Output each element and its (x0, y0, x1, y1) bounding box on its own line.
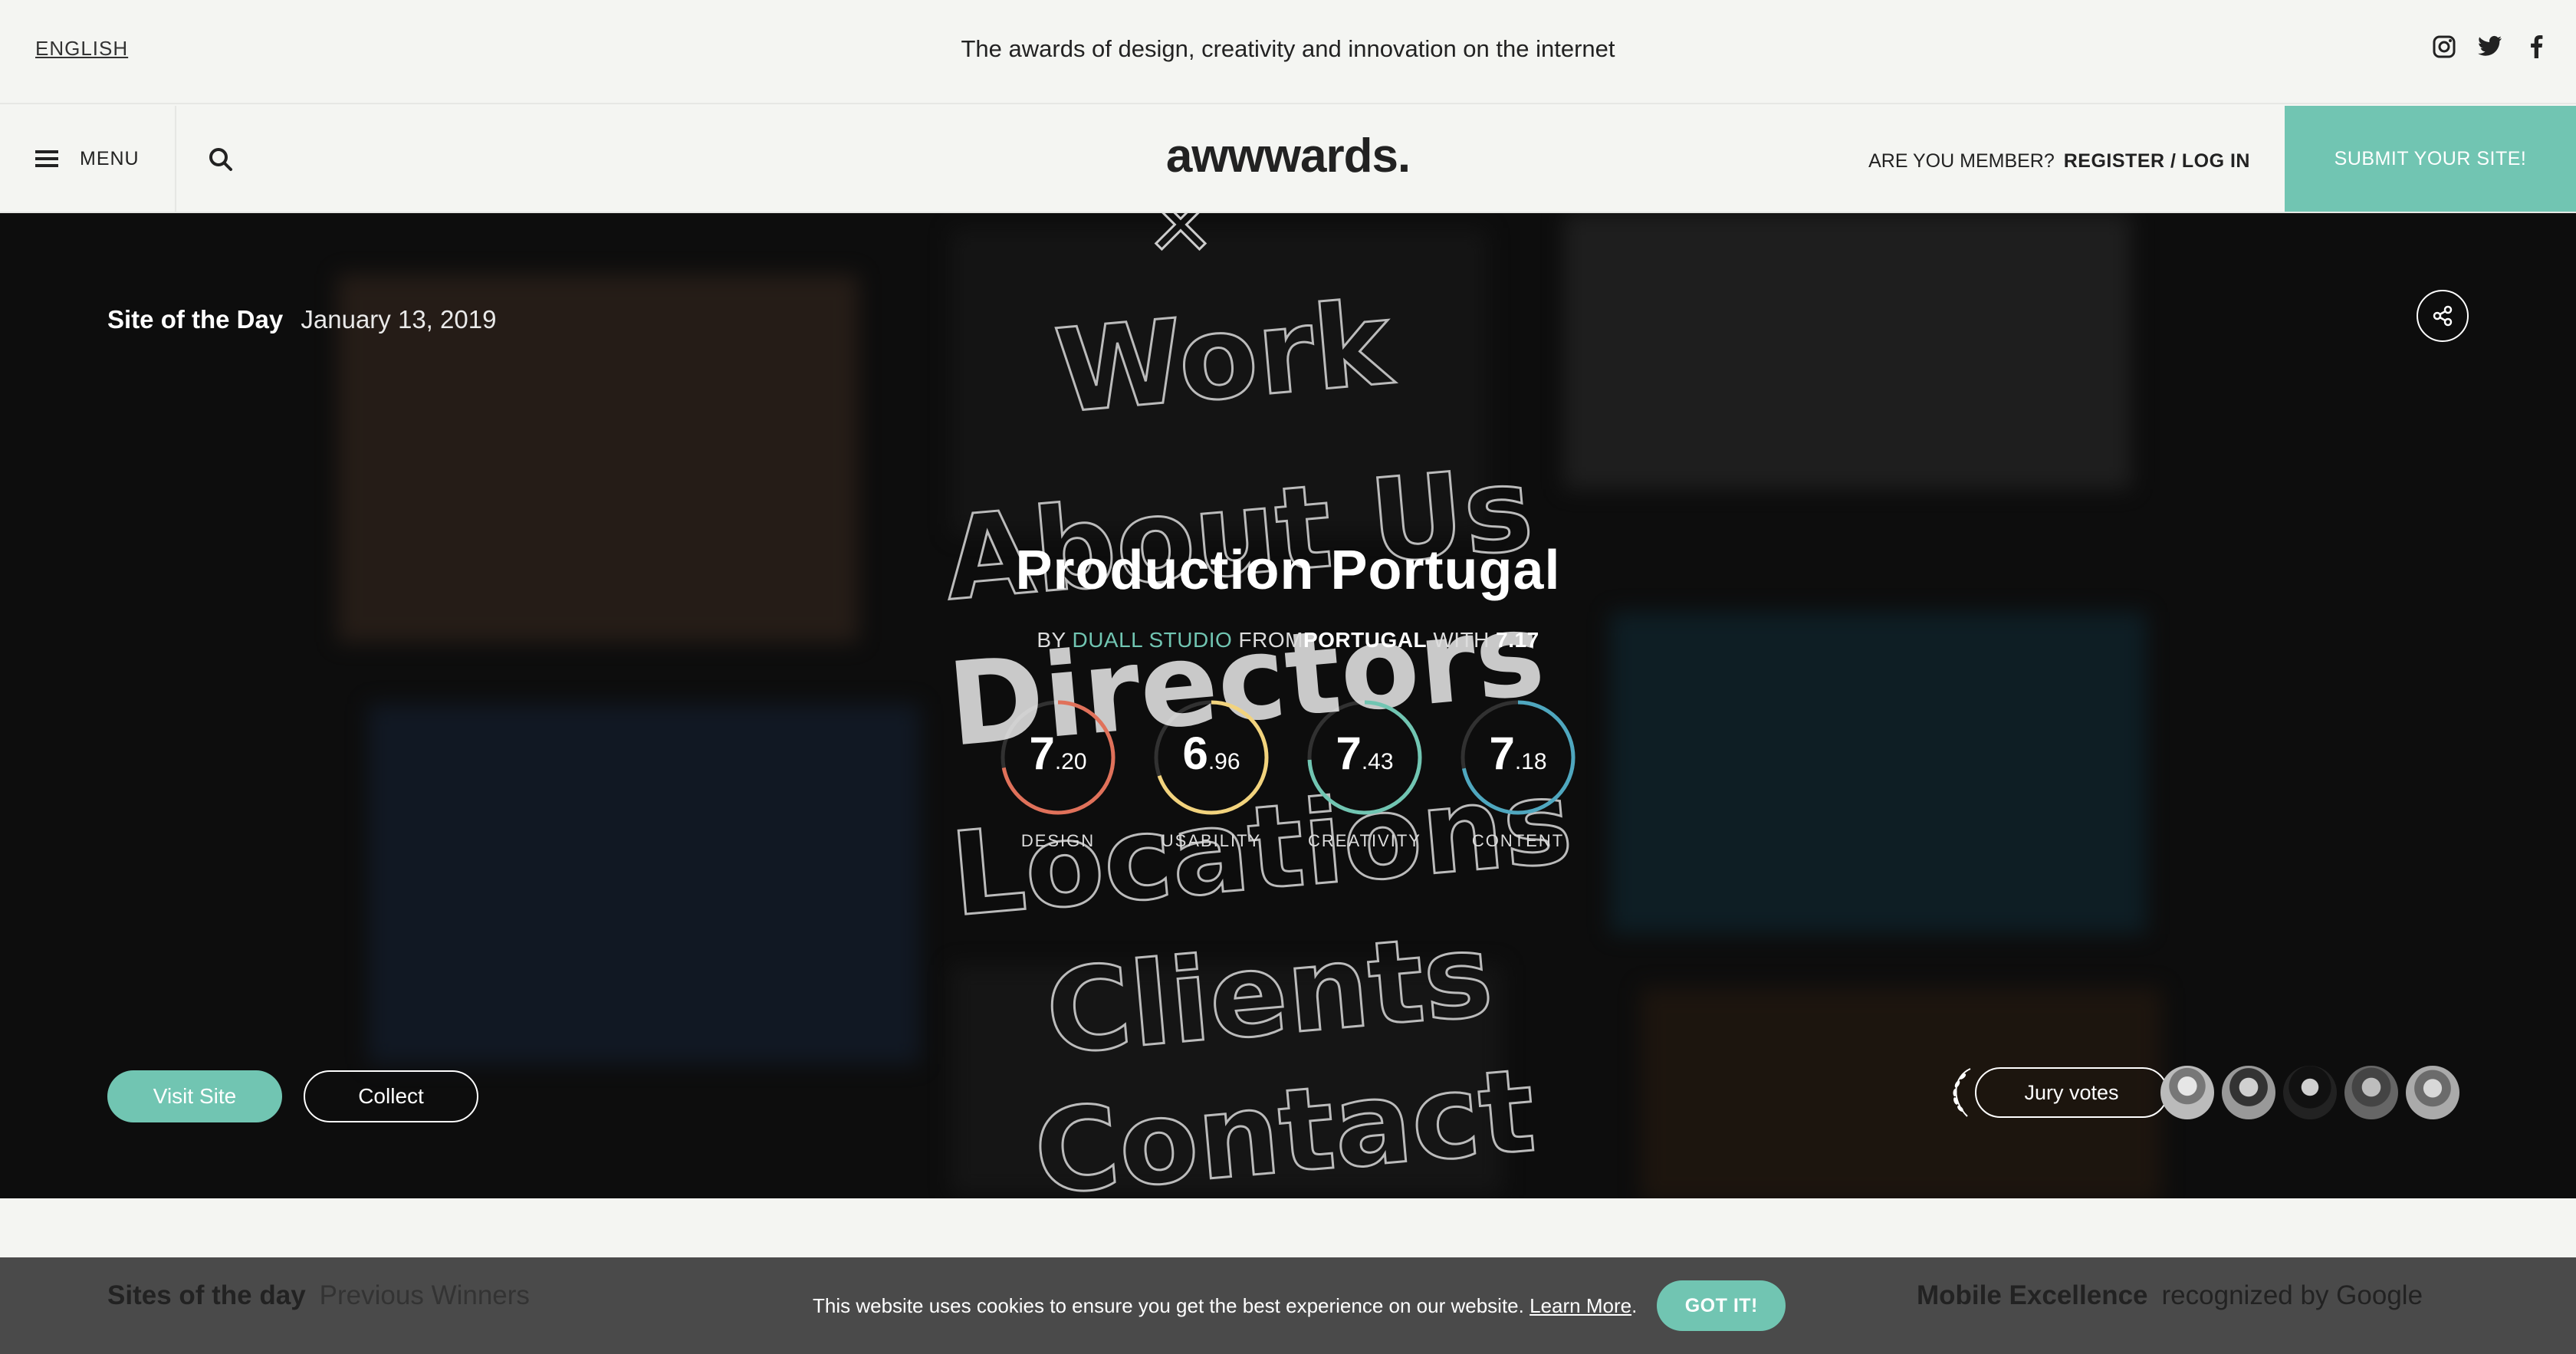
jury-avatar[interactable] (2160, 1066, 2214, 1119)
bg-menu-item: Work (1050, 277, 1398, 439)
jury-avatar[interactable] (2344, 1066, 2398, 1119)
score-int: 7 (1029, 728, 1055, 779)
score-int: 7 (1489, 728, 1515, 779)
score-dec: .96 (1208, 749, 1240, 774)
overall-score: 7.17 (1496, 628, 1539, 652)
score-label: DESIGN (1020, 831, 1096, 850)
score-label: CREATIVITY (1308, 831, 1421, 850)
register-login-link[interactable]: REGISTER / LOG IN (2064, 150, 2250, 173)
cookie-banner: This website uses cookies to ensure you … (813, 1280, 1786, 1331)
by-label: BY (1037, 628, 1066, 652)
mobile-excellence-heading[interactable]: Mobile Excellence recognized by Google (1917, 1280, 2423, 1311)
menu-label: MENU (80, 147, 140, 169)
member-question: ARE YOU MEMBER? (1868, 150, 2055, 172)
score-int: 6 (1182, 728, 1208, 779)
score-dec: .18 (1514, 749, 1547, 774)
close-x-icon: ✕ (1145, 213, 1216, 275)
score-label: CONTENT (1471, 831, 1565, 850)
sites-of-the-day-heading[interactable]: Sites of the day Previous Winners (107, 1280, 530, 1311)
section-subtitle: Previous Winners (319, 1280, 530, 1310)
section-subtitle: recognized by Google (2161, 1280, 2423, 1310)
score-dec: .20 (1054, 749, 1087, 774)
with-label: WITH (1433, 628, 1490, 652)
score-rings: 7.20 DESIGN 6.96 USABILITY 7.43 CREATIVI… (0, 696, 2576, 851)
twitter-icon[interactable] (2478, 35, 2502, 60)
search-icon[interactable] (207, 146, 235, 173)
site-info: Production Portugal BY DUALL STUDIO FROM… (0, 539, 2576, 652)
tagline: The awards of design, creativity and inn… (961, 35, 1615, 62)
visit-site-button[interactable]: Visit Site (107, 1070, 282, 1122)
cookie-message: This website uses cookies to ensure you … (813, 1293, 1638, 1317)
hero-section: ✕ Work About Us Directors Locations Clie… (0, 213, 2576, 1198)
country-name: PORTUGAL (1303, 628, 1428, 652)
score-content: 7.18 CONTENT (1457, 696, 1579, 851)
jury-avatar[interactable] (2222, 1066, 2275, 1119)
site-of-the-day-label: Site of the Day January 13, 2019 (107, 305, 496, 334)
facebook-icon[interactable] (2524, 35, 2548, 60)
menu-button[interactable]: MENU (0, 106, 176, 212)
score-creativity: 7.43 CREATIVITY (1303, 696, 1426, 851)
score-design: 7.20 DESIGN (997, 696, 1119, 851)
share-icon (2433, 305, 2453, 327)
from-label: FROM (1238, 628, 1303, 652)
score-usability: 6.96 USABILITY (1150, 696, 1273, 851)
submit-site-button[interactable]: SUBMIT YOUR SITE! (2285, 106, 2576, 212)
section-title: Mobile Excellence (1917, 1280, 2148, 1310)
collect-button[interactable]: Collect (304, 1070, 478, 1122)
jury-avatars (2160, 1066, 2459, 1119)
site-title: Production Portugal (1015, 540, 1561, 601)
learn-more-link[interactable]: Learn More (1530, 1294, 1631, 1317)
score-dec: .43 (1361, 749, 1394, 774)
nav-bar: MENU awwwards. ARE YOU MEMBER? REGISTER … (0, 106, 2576, 213)
jury-votes-button[interactable]: Jury votes (1947, 1066, 2168, 1119)
instagram-icon[interactable] (2432, 35, 2456, 60)
share-button[interactable] (2417, 290, 2469, 342)
hamburger-icon (35, 150, 58, 167)
site-credits: BY DUALL STUDIO FROMPORTUGAL WITH 7.17 (0, 628, 2576, 652)
social-links (2432, 35, 2548, 60)
top-bar: ENGLISH The awards of design, creativity… (0, 0, 2576, 104)
score-int: 7 (1336, 728, 1362, 779)
score-label: USABILITY (1161, 831, 1262, 850)
sotd-badge: Site of the Day (107, 305, 284, 334)
member-area: ARE YOU MEMBER? REGISTER / LOG IN (1868, 150, 2250, 173)
jury-votes-label: Jury votes (1975, 1067, 2168, 1118)
cookie-accept-button[interactable]: GOT IT! (1657, 1280, 1786, 1331)
sotd-date: January 13, 2019 (301, 305, 497, 334)
jury-avatar[interactable] (2283, 1066, 2337, 1119)
jury-avatar[interactable] (2406, 1066, 2459, 1119)
section-title: Sites of the day (107, 1280, 306, 1310)
studio-link[interactable]: DUALL STUDIO (1072, 628, 1232, 652)
